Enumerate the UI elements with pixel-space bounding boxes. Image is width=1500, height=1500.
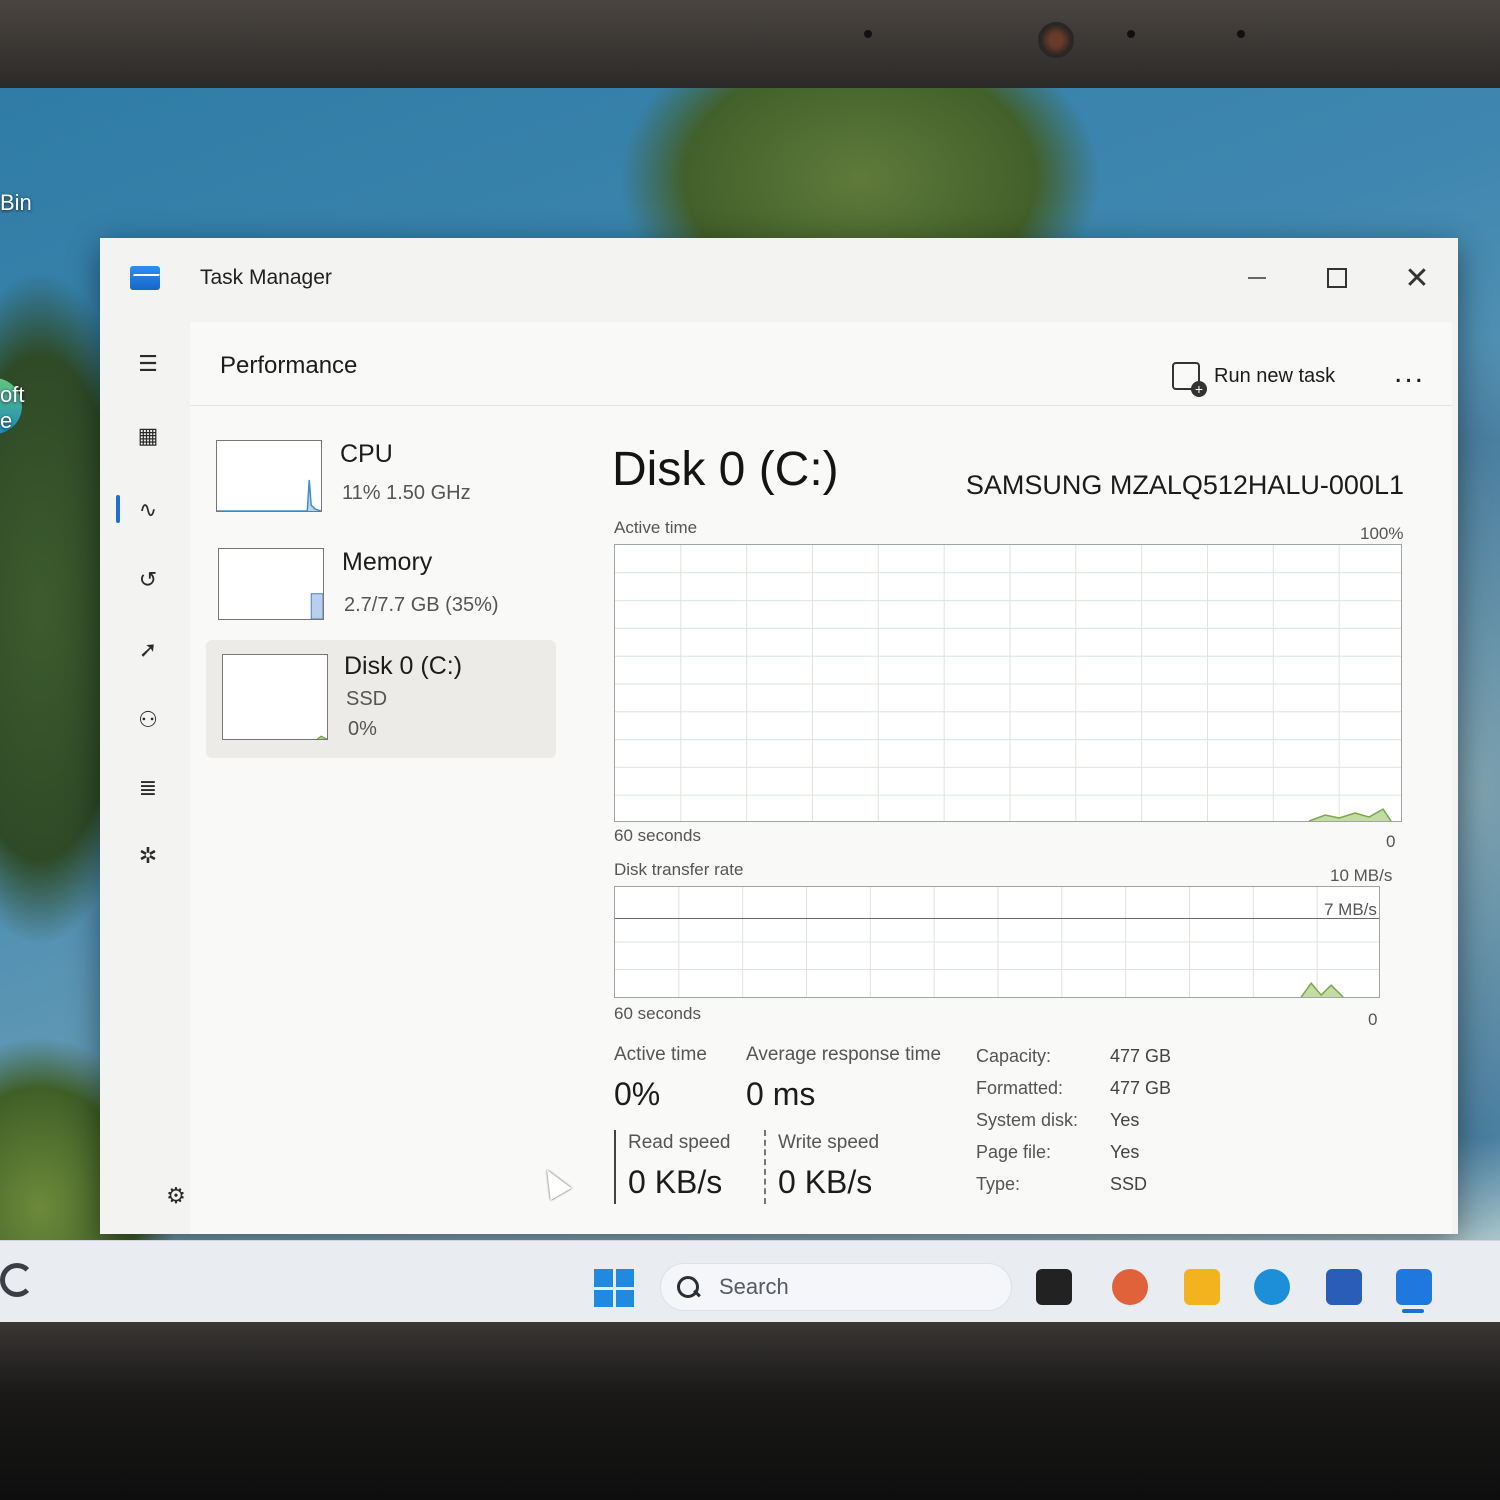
property-key: Capacity: — [976, 1046, 1052, 1066]
active-time-graph-label: Active time — [614, 518, 698, 537]
performance-page: Performance Run new task ... CPU 11% 1.5… — [190, 322, 1452, 1234]
windows-logo-tile — [594, 1269, 613, 1287]
active-time-graph-max: 100% — [1360, 524, 1404, 543]
microsoft-store-icon[interactable] — [1326, 1269, 1362, 1305]
taskbar-search-box[interactable]: Search — [660, 1263, 1012, 1311]
disk-model: SAMSUNG MZALQ512HALU-000L1 — [965, 470, 1404, 500]
desktop-icon-label[interactable]: Bin — [0, 190, 32, 216]
write-speed-value: 0 KB/s — [778, 1164, 873, 1200]
transfer-rate-graph — [614, 886, 1380, 998]
transfer-rate-marker: 7 MB/s — [1324, 900, 1377, 919]
active-time-graph-min: 0 — [1386, 832, 1396, 851]
read-speed-divider — [614, 1130, 616, 1204]
write-speed-label: Write speed — [778, 1132, 880, 1153]
services-icon[interactable]: ✲ — [128, 836, 168, 876]
startup-apps-icon[interactable]: ➚ — [128, 630, 168, 670]
webcam — [1038, 22, 1074, 58]
maximize-button[interactable] — [1314, 258, 1360, 298]
property-value: 477 GB — [1110, 1046, 1172, 1066]
property-key: System disk: — [976, 1110, 1079, 1130]
active-time-graph-duration: 60 seconds — [614, 826, 701, 845]
users-icon[interactable]: ⚇ — [128, 700, 168, 740]
run-new-task-label: Run new task — [1214, 364, 1336, 387]
desktop-icon-label[interactable]: e — [0, 408, 12, 434]
transfer-rate-graph-duration: 60 seconds — [614, 1004, 701, 1023]
app-history-icon[interactable]: ↺ — [128, 560, 168, 600]
device-name: CPU — [340, 440, 393, 468]
widgets-icon[interactable] — [0, 1263, 34, 1297]
run-task-icon — [1172, 362, 1207, 397]
read-speed-label: Read speed — [628, 1132, 731, 1153]
edge-icon[interactable] — [1254, 1269, 1290, 1305]
device-stat: 2.7/7.7 GB (35%) — [344, 594, 499, 616]
more-options-button[interactable]: ... — [1394, 356, 1425, 390]
transfer-rate-graph-max: 10 MB/s — [1330, 866, 1393, 885]
disk-thumbnail-graph — [222, 654, 328, 740]
transfer-rate-graph-label: Disk transfer rate — [614, 860, 744, 879]
avg-response-stat-label: Average response time — [746, 1044, 942, 1065]
device-stat: 11% 1.50 GHz — [342, 482, 471, 504]
search-placeholder: Search — [719, 1274, 789, 1299]
avg-response-stat-value: 0 ms — [746, 1076, 816, 1112]
copilot-icon[interactable] — [1112, 1269, 1148, 1305]
start-button[interactable] — [594, 1269, 634, 1307]
task-manager-logo-icon — [130, 266, 160, 290]
device-type: SSD — [346, 688, 388, 710]
desktop-icon-label[interactable]: oft — [0, 382, 24, 408]
windows-logo-tile — [594, 1289, 613, 1307]
device-stat: 0% — [348, 718, 377, 740]
page-title: Performance — [220, 352, 358, 379]
minimize-button[interactable] — [1234, 258, 1280, 298]
property-value: Yes — [1110, 1110, 1140, 1130]
hamburger-menu-icon[interactable]: ☰ — [128, 344, 168, 384]
active-app-indicator — [1402, 1309, 1424, 1313]
read-speed-value: 0 KB/s — [628, 1164, 723, 1200]
cpu-thumbnail-graph — [216, 440, 322, 512]
page-header: Performance Run new task ... — [190, 322, 1452, 406]
windows-logo-tile — [615, 1289, 634, 1307]
processes-icon[interactable]: ▦ — [128, 416, 168, 456]
property-value: SSD — [1110, 1174, 1148, 1194]
device-item-cpu[interactable]: CPU 11% 1.50 GHz — [206, 426, 556, 542]
property-key: Type: — [976, 1174, 1021, 1194]
close-button[interactable]: ✕ — [1394, 258, 1440, 298]
nav-active-indicator — [116, 495, 120, 523]
property-value: 477 GB — [1110, 1078, 1172, 1098]
window-title: Task Manager — [200, 266, 332, 289]
run-new-task-button[interactable]: Run new task — [1172, 362, 1336, 397]
file-explorer-icon[interactable] — [1184, 1269, 1220, 1305]
property-key: Page file: — [976, 1142, 1052, 1162]
search-icon — [675, 1274, 701, 1300]
property-value: Yes — [1110, 1142, 1140, 1162]
active-time-stat-label: Active time — [614, 1044, 707, 1065]
title-bar[interactable]: Task Manager ✕ — [100, 238, 1458, 322]
device-name: Memory — [342, 548, 433, 576]
taskbar: Search — [0, 1240, 1500, 1322]
task-manager-window: Task Manager ✕ ☰ ▦ ∿ ↺ ➚ ⚇ ≣ ✲ ⚙ Perform… — [100, 238, 1458, 1234]
device-name: Disk 0 (C:) — [344, 652, 463, 680]
transfer-rate-graph-min: 0 — [1368, 1010, 1378, 1029]
windows-logo-tile — [615, 1269, 634, 1287]
mouse-cursor — [536, 1163, 572, 1201]
task-manager-icon[interactable] — [1396, 1269, 1432, 1305]
sensor-dot — [864, 30, 872, 38]
active-time-graph — [614, 544, 1402, 822]
memory-thumbnail-graph — [218, 548, 324, 620]
laptop-bezel-bottom — [0, 1322, 1500, 1500]
device-item-disk[interactable]: Disk 0 (C:) SSD 0% — [206, 640, 556, 758]
details-icon[interactable]: ≣ — [128, 768, 168, 808]
active-time-stat-value: 0% — [614, 1076, 661, 1112]
detail-title: Disk 0 (C:) — [612, 443, 839, 496]
property-key: Formatted: — [976, 1078, 1064, 1098]
laptop-bezel-top — [0, 0, 1500, 88]
task-view-icon[interactable] — [1036, 1269, 1072, 1305]
write-speed-divider — [764, 1130, 766, 1204]
performance-icon[interactable]: ∿ — [128, 490, 168, 530]
sensor-dot — [1127, 30, 1135, 38]
sensor-dot — [1237, 30, 1245, 38]
device-item-memory[interactable]: Memory 2.7/7.7 GB (35%) — [206, 534, 556, 650]
